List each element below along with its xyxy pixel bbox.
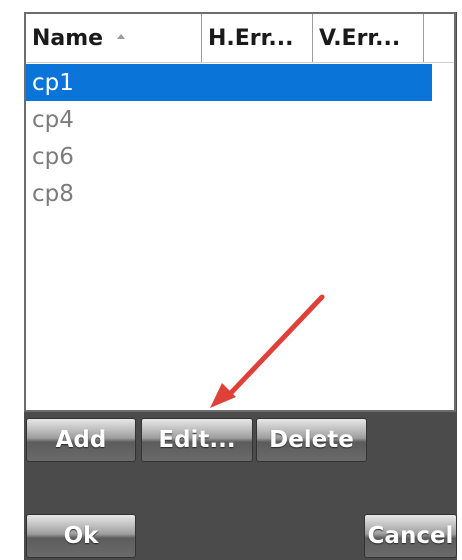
ok-button-label: Ok [63,523,99,549]
point-list[interactable]: Name H.Err... V.Err... cp1 cp4 cp6 cp8 [24,12,456,412]
list-rows: cp1 cp4 cp6 cp8 [26,64,454,212]
column-header-h-err[interactable]: H.Err... [202,14,313,62]
list-item[interactable]: cp1 [26,64,432,101]
column-header-h-err-label: H.Err... [208,25,294,51]
delete-button-label: Delete [269,427,354,453]
column-header-v-err[interactable]: V.Err... [313,14,424,62]
column-header-v-err-label: V.Err... [319,25,401,51]
column-header-name-label: Name [32,25,104,51]
edit-button[interactable]: Edit... [141,418,253,462]
list-item-label: cp6 [32,143,74,170]
edit-button-label: Edit... [158,427,236,453]
sort-ascending-icon [117,33,126,39]
column-header-filler [424,14,454,62]
list-item-label: cp8 [32,180,74,207]
column-header-name[interactable]: Name [26,14,202,62]
delete-button[interactable]: Delete [256,418,367,462]
list-item[interactable]: cp4 [26,101,454,138]
add-button-label: Add [55,427,107,453]
cancel-button-label: Cancel [367,523,454,549]
cancel-button[interactable]: Cancel [364,514,457,558]
add-button[interactable]: Add [26,418,136,462]
list-item-label: cp4 [32,106,74,133]
list-header: Name H.Err... V.Err... [26,14,454,63]
dialog-panel: Name H.Err... V.Err... cp1 cp4 cp6 cp8 A… [24,12,457,560]
ok-button[interactable]: Ok [26,514,136,558]
list-item[interactable]: cp6 [26,138,454,175]
list-item-label: cp1 [32,69,74,96]
list-item[interactable]: cp8 [26,175,454,212]
